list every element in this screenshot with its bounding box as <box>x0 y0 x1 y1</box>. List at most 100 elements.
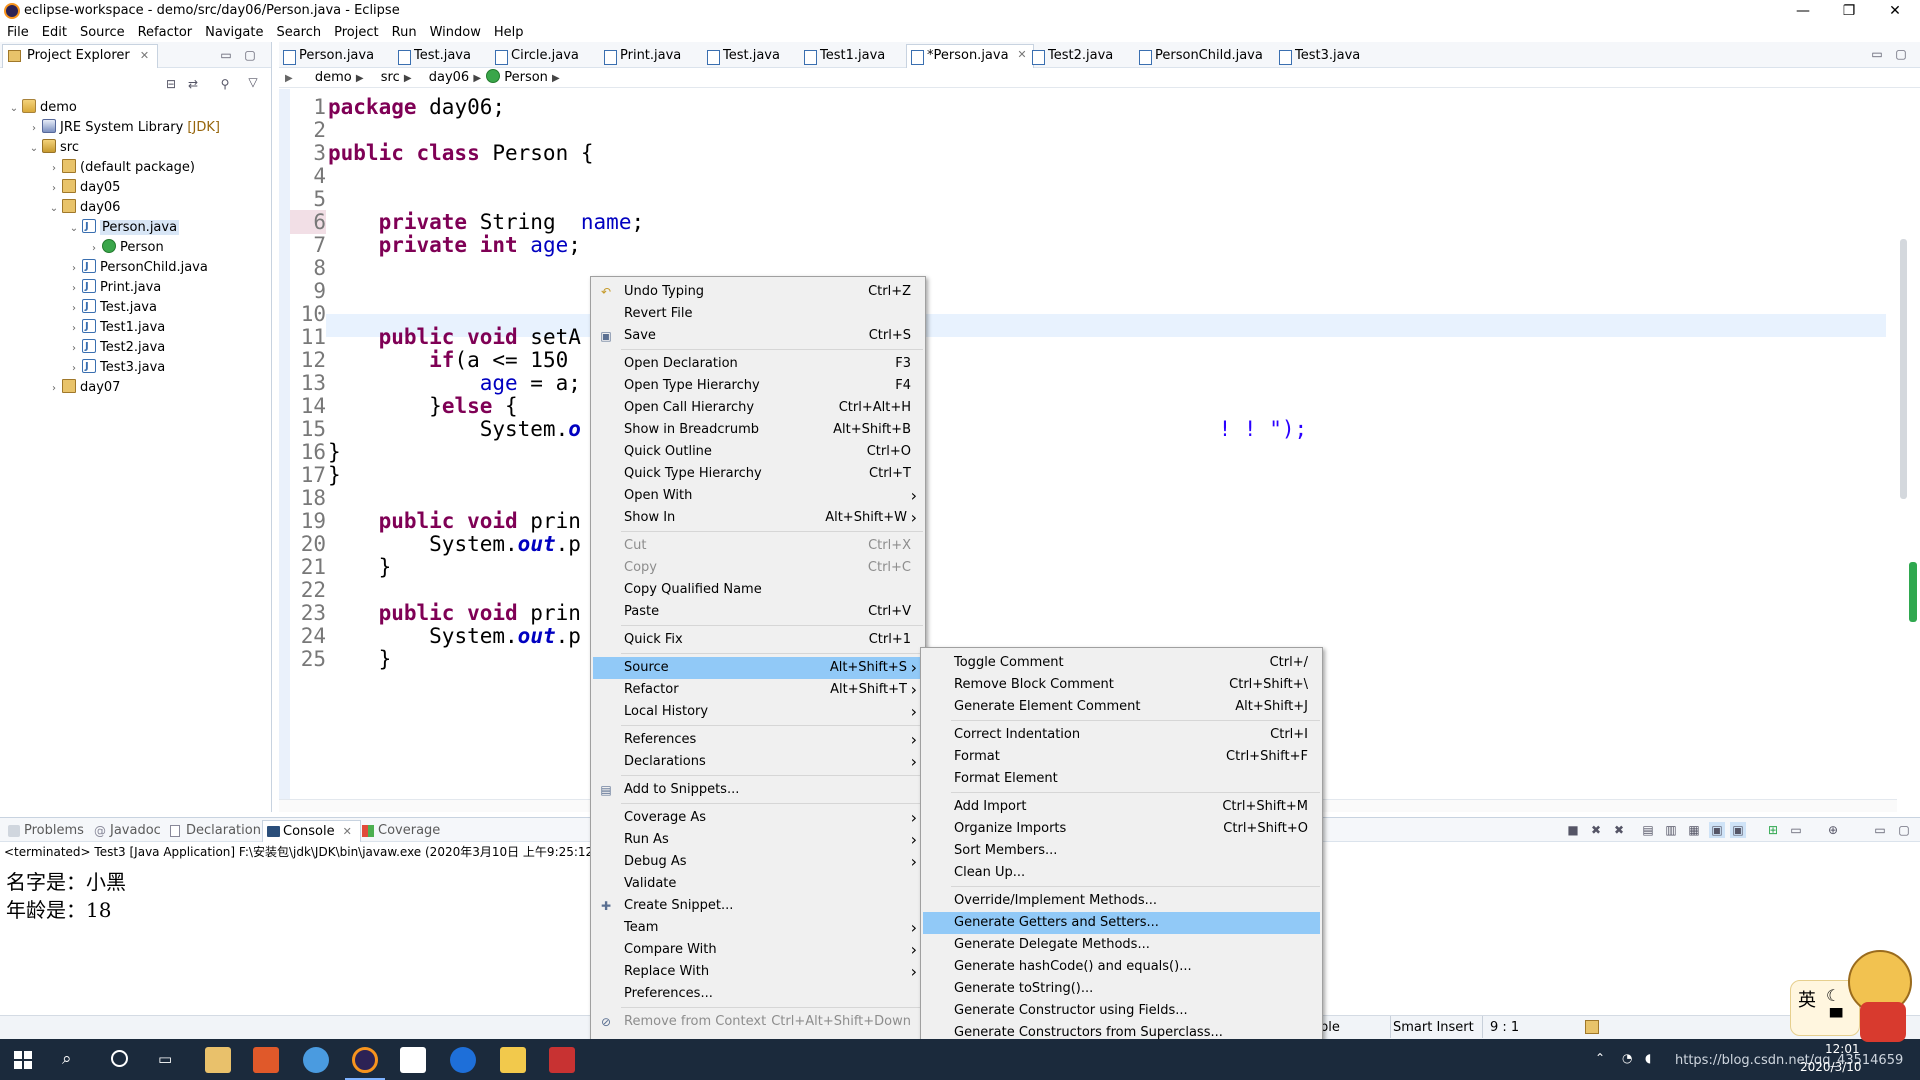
expanded-chevron-icon[interactable]: ⌄ <box>48 199 60 219</box>
chrome-like-icon[interactable] <box>303 1047 329 1073</box>
menu-item-correct-indentation[interactable]: Correct Indentation Ctrl+I <box>923 724 1320 746</box>
tree-item-test2-java[interactable]: › Test2.java <box>68 337 165 359</box>
document-app-icon[interactable] <box>400 1047 426 1073</box>
tree-item-test1-java[interactable]: › Test1.java <box>68 317 165 338</box>
windows-start-icon[interactable] <box>14 1051 32 1069</box>
editor-tab-person-java-active[interactable]: *Person.java ✕ <box>906 44 1034 68</box>
menu-item-open-call-hierarchy[interactable]: Open Call Hierarchy Ctrl+Alt+H <box>593 397 923 419</box>
tab-coverage[interactable]: Coverage <box>358 820 440 842</box>
code-line[interactable]: age = a; <box>328 371 581 395</box>
menu-item-debug-as[interactable]: Debug As › <box>593 851 923 873</box>
menu-item-format[interactable]: Format Ctrl+Shift+F <box>923 746 1320 768</box>
menu-item-add-import[interactable]: Add Import Ctrl+Shift+M <box>923 796 1320 818</box>
menu-item-revert-file[interactable]: Revert File <box>593 303 923 325</box>
close-icon[interactable]: ✕ <box>1017 48 1026 61</box>
close-window-button[interactable]: ✕ <box>1872 0 1918 22</box>
code-line[interactable]: private String name; <box>328 210 645 234</box>
menu-item-generate-tostring[interactable]: Generate toString()... <box>923 978 1320 1000</box>
task-view-icon[interactable]: ▭ <box>158 1050 178 1068</box>
code-line[interactable]: package day06; <box>328 95 505 119</box>
restore-button[interactable]: ❐ <box>1826 0 1872 22</box>
tab-javadoc[interactable]: @ Javadoc <box>90 820 161 842</box>
tab-console[interactable]: Console ✕ <box>262 820 361 842</box>
code-line[interactable]: public void setA <box>328 325 581 349</box>
matlab-icon[interactable] <box>253 1047 279 1073</box>
menu-item-open-with[interactable]: Open With › <box>593 485 923 507</box>
menu-item-preferences[interactable]: Preferences... <box>593 983 923 1005</box>
code-line[interactable]: public class Person { <box>328 141 594 165</box>
code-line[interactable]: } <box>328 555 392 579</box>
show-on-error-icon[interactable]: ▣ <box>1730 822 1746 838</box>
collapsed-chevron-icon[interactable]: › <box>88 239 100 259</box>
tab-project-explorer[interactable]: Project Explorer ✕ <box>2 44 159 68</box>
menu-item-paste[interactable]: Paste Ctrl+V <box>593 601 923 623</box>
ime-mascot-widget[interactable]: 英 ☾ ▀ <box>1790 950 1915 1045</box>
file-explorer-icon[interactable] <box>500 1047 526 1073</box>
link-editor-icon[interactable]: ⇄ <box>185 76 201 92</box>
collapsed-chevron-icon[interactable]: › <box>68 279 80 299</box>
breadcrumb-class[interactable]: Person <box>504 70 548 85</box>
menu-run[interactable]: Run <box>385 22 423 42</box>
maximize-view-icon[interactable]: ▢ <box>242 47 258 63</box>
breadcrumb-src[interactable]: src <box>381 70 400 85</box>
close-icon[interactable]: ✕ <box>140 49 149 62</box>
tree-item-day07[interactable]: › day07 <box>48 378 120 398</box>
code-line[interactable]: private int age; <box>328 233 581 257</box>
menu-item-quick-outline[interactable]: Quick Outline Ctrl+O <box>593 441 923 463</box>
eclipse-taskbar-icon[interactable] <box>352 1047 378 1073</box>
maximize-view-icon[interactable]: ▢ <box>1896 822 1912 838</box>
minimize-view-icon[interactable]: ▭ <box>1869 46 1885 62</box>
menu-item-format-element[interactable]: Format Element <box>923 768 1320 790</box>
code-line[interactable]: } <box>328 440 341 464</box>
minimize-button[interactable]: — <box>1780 0 1826 22</box>
editor-tab-test3-java[interactable]: Test3.java <box>1275 45 1366 68</box>
collapsed-chevron-icon[interactable]: › <box>48 179 60 199</box>
editor-tab-test2-java[interactable]: Test2.java <box>1028 45 1119 68</box>
menu-item-validate[interactable]: Validate <box>593 873 923 895</box>
collapse-all-icon[interactable]: ⊟ <box>163 76 179 92</box>
menu-file[interactable]: File <box>0 22 35 42</box>
code-line[interactable]: System.o <box>328 417 581 441</box>
menu-item-sort-members[interactable]: Sort Members... <box>923 840 1320 862</box>
menu-item-open-declaration[interactable]: Open Declaration F3 <box>593 353 923 375</box>
menu-item-show-in[interactable]: Show In Alt+Shift+W › <box>593 507 923 529</box>
terminate-icon[interactable]: ■ <box>1565 822 1581 838</box>
menu-item-generate-delegate-methods[interactable]: Generate Delegate Methods... <box>923 934 1320 956</box>
volume-icon[interactable]: ◖ <box>1645 1051 1651 1065</box>
menu-item-team[interactable]: Team › <box>593 917 923 939</box>
menu-item-toggle-comment[interactable]: Toggle Comment Ctrl+/ <box>923 652 1320 674</box>
editor-tab-person-java[interactable]: Person.java <box>279 45 380 68</box>
editor-tab-test-java-2[interactable]: Test.java <box>703 45 786 68</box>
code-line[interactable]: } <box>328 647 392 671</box>
remove-launch-icon[interactable]: ✖ <box>1588 822 1604 838</box>
menu-item-save[interactable]: ▣ Save Ctrl+S <box>593 325 923 347</box>
editor-tab-test-java[interactable]: Test.java <box>394 45 477 68</box>
menu-item-generate-hashcode-and-equals[interactable]: Generate hashCode() and equals()... <box>923 956 1320 978</box>
code-line[interactable]: public void prin <box>328 509 581 533</box>
code-line[interactable]: System.out.p <box>328 624 581 648</box>
display-console-icon[interactable]: ▭ <box>1788 822 1804 838</box>
expanded-chevron-icon[interactable]: ⌄ <box>8 99 20 119</box>
tree-item-jre-library[interactable]: › JRE System Library [JDK] <box>28 118 220 138</box>
menu-item-declarations[interactable]: Declarations › <box>593 751 923 773</box>
word-wrap-icon[interactable]: ▦ <box>1686 822 1702 838</box>
scrollbar-thumb[interactable] <box>1900 239 1907 499</box>
tray-up-arrow-icon[interactable]: ⌃ <box>1595 1051 1605 1065</box>
tree-item-personchild-java[interactable]: › PersonChild.java <box>68 257 208 278</box>
collapsed-chevron-icon[interactable]: › <box>68 339 80 359</box>
menu-project[interactable]: Project <box>327 22 384 42</box>
editor-tab-personchild-java[interactable]: PersonChild.java <box>1135 45 1269 68</box>
view-menu-icon[interactable]: ▽ <box>245 74 261 90</box>
menu-window[interactable]: Window <box>423 22 487 42</box>
breadcrumb-package[interactable]: day06 <box>429 70 469 85</box>
menu-item-open-type-hierarchy[interactable]: Open Type Hierarchy F4 <box>593 375 923 397</box>
editor-tab-print-java[interactable]: Print.java <box>600 45 687 68</box>
menu-item-source[interactable]: Source Alt+Shift+S › <box>593 657 923 679</box>
media-player-icon[interactable] <box>549 1047 575 1073</box>
tree-item-person-class[interactable]: › Person <box>88 238 164 258</box>
expanded-chevron-icon[interactable]: ⌄ <box>68 219 80 239</box>
browser-icon[interactable] <box>450 1047 476 1073</box>
menu-item-override-implement-methods[interactable]: Override/Implement Methods... <box>923 890 1320 912</box>
menu-item-copy-qualified-name[interactable]: Copy Qualified Name <box>593 579 923 601</box>
editor-vertical-scrollbar[interactable] <box>1897 89 1911 799</box>
